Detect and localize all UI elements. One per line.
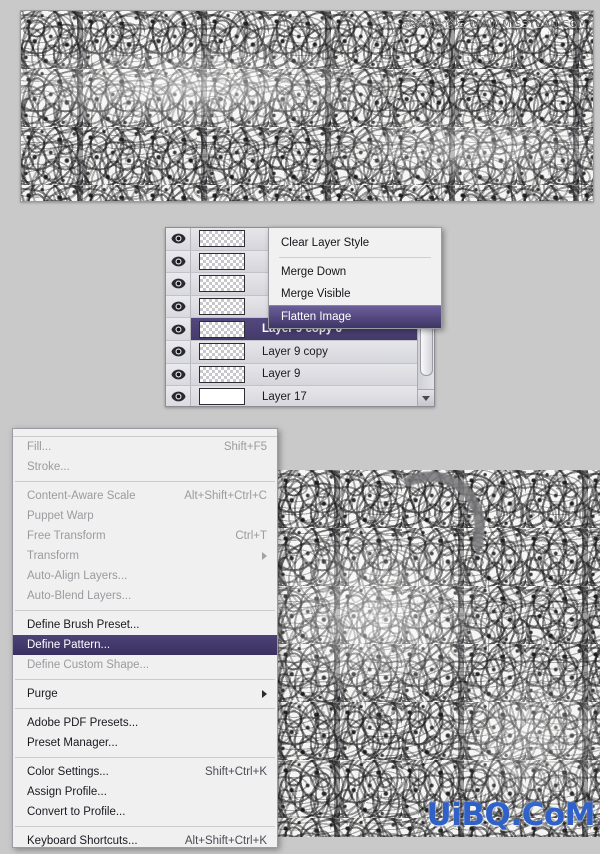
edit-menu-item-shortcut: Shift+F5 <box>223 441 267 453</box>
scroll-down-arrow-icon[interactable] <box>418 389 434 406</box>
edit-menu-item-label: Stroke... <box>27 461 70 473</box>
edit-menu-top-edge <box>13 429 277 437</box>
top-watermark-text: 思缘设计论坛 WWW.MISSYUAN.COM <box>401 19 587 30</box>
layer-thumbnail-image <box>199 320 245 338</box>
edit-menu-item-label: Color Settings... <box>27 766 109 778</box>
edit-menu-separator <box>15 481 275 482</box>
edit-menu-item: Puppet Warp <box>13 506 277 526</box>
layer-thumbnail-image <box>199 298 245 316</box>
context-menu-item[interactable]: Clear Layer Style <box>269 232 441 254</box>
layer-thumbnail[interactable] <box>191 343 253 361</box>
edit-menu-item[interactable]: Adobe PDF Presets... <box>13 713 277 733</box>
layer-thumbnail-image <box>199 230 245 248</box>
edit-menu-items: Fill... Shift+F5 Stroke... Content-Aware Sc… <box>13 437 277 847</box>
edit-menu-item-label: Transform <box>27 550 79 562</box>
context-menu-item[interactable]: Flatten Image <box>269 305 441 328</box>
edit-menu-item-shortcut: Shift+Ctrl+K <box>205 766 267 778</box>
layer-thumbnail-image <box>199 252 245 270</box>
layer-name-label: Layer 17 <box>262 390 307 403</box>
context-menu-item[interactable]: Merge Down <box>269 261 441 283</box>
context-menu-item-label: Clear Layer Style <box>281 237 370 249</box>
submenu-arrow-icon <box>262 690 267 698</box>
layer-thumbnail[interactable] <box>191 230 253 248</box>
edit-menu-item[interactable]: Assign Profile... <box>13 782 277 802</box>
layer-thumbnail[interactable] <box>191 365 253 383</box>
edit-menu-separator <box>15 708 275 709</box>
context-menu-item-label: Merge Visible <box>281 288 351 300</box>
brush-stroke-overlay <box>373 470 497 556</box>
bottom-watermark-text: UiBQ.CoM <box>426 797 596 833</box>
edit-menu-item[interactable]: Define Brush Preset... <box>13 615 277 635</box>
context-menu-item-label: Flatten Image <box>281 311 352 323</box>
layer-visibility-eye-icon[interactable] <box>166 340 191 363</box>
edit-menu-item-label: Assign Profile... <box>27 786 107 798</box>
layer-thumbnail-image <box>199 343 245 361</box>
edit-menu-separator <box>15 757 275 758</box>
bottom-pattern-image: UiBQ.CoM <box>277 470 600 837</box>
layer-row[interactable]: Layer 9 <box>166 363 434 387</box>
edit-menu-item-label: Auto-Blend Layers... <box>27 590 132 602</box>
layer-thumbnail[interactable] <box>191 388 253 406</box>
layer-thumbnail[interactable] <box>191 252 253 270</box>
edit-menu-item-label: Keyboard Shortcuts... <box>27 835 138 847</box>
layer-visibility-eye-icon[interactable] <box>166 363 191 386</box>
edit-menu-item-shortcut: Alt+Shift+Ctrl+K <box>184 835 267 847</box>
edit-menu-item[interactable]: Convert to Profile... <box>13 802 277 822</box>
submenu-arrow-icon <box>262 552 267 560</box>
edit-menu-item-label: Content-Aware Scale <box>27 490 136 502</box>
layer-thumbnail-image <box>199 388 245 406</box>
top-pattern-image: 思缘设计论坛 WWW.MISSYUAN.COM <box>20 10 594 202</box>
layer-thumbnail[interactable] <box>191 298 253 316</box>
edit-menu-item: Content-Aware Scale Alt+Shift+Ctrl+C <box>13 486 277 506</box>
edit-menu-item: Fill... Shift+F5 <box>13 437 277 457</box>
edit-menu-item-shortcut: Alt+Shift+Ctrl+C <box>184 490 267 502</box>
edit-menu-separator <box>15 826 275 827</box>
layer-name-label: Layer 9 copy <box>262 345 328 358</box>
layer-visibility-eye-icon[interactable] <box>166 386 191 406</box>
edit-menu-item-label: Fill... <box>27 441 52 453</box>
edit-menu-item[interactable]: Color Settings... Shift+Ctrl+K <box>13 762 277 782</box>
edit-menu-item-label: Free Transform <box>27 530 106 542</box>
edit-menu-item: Transform <box>13 546 277 566</box>
edit-menu-item[interactable]: Define Pattern... <box>13 635 277 655</box>
edit-menu-item: Stroke... <box>13 457 277 477</box>
layer-visibility-eye-icon[interactable] <box>166 250 191 273</box>
edit-menu-item: Free Transform Ctrl+T <box>13 526 277 546</box>
layer-visibility-eye-icon[interactable] <box>166 295 191 318</box>
edit-menu-item[interactable]: Keyboard Shortcuts... Alt+Shift+Ctrl+K <box>13 831 277 847</box>
context-menu-item[interactable]: Merge Visible <box>269 283 441 305</box>
context-menu-separator <box>279 257 431 258</box>
edit-menu-item-label: Purge <box>27 688 58 700</box>
layer-thumbnail-image <box>199 365 245 383</box>
layer-thumbnail-image <box>199 275 245 293</box>
layer-visibility-eye-icon[interactable] <box>166 228 191 250</box>
edit-menu-item-label: Puppet Warp <box>27 510 94 522</box>
edit-menu-item: Define Custom Shape... <box>13 655 277 675</box>
edit-menu-separator <box>15 679 275 680</box>
layer-thumbnail[interactable] <box>191 320 253 338</box>
edit-menu-item: Auto-Align Layers... <box>13 566 277 586</box>
edit-menu-item-label: Auto-Align Layers... <box>27 570 128 582</box>
edit-menu-item[interactable]: Preset Manager... <box>13 733 277 753</box>
edit-menu-item: Auto-Blend Layers... <box>13 586 277 606</box>
edit-menu-item-shortcut: Ctrl+T <box>235 530 267 542</box>
layer-row[interactable]: Layer 9 copy <box>166 340 434 364</box>
edit-menu-item-label: Preset Manager... <box>27 737 118 749</box>
edit-menu-item[interactable]: Purge <box>13 684 277 704</box>
edit-menu-item-label: Define Brush Preset... <box>27 619 140 631</box>
layer-name-label: Layer 9 <box>262 368 301 381</box>
layer-visibility-eye-icon[interactable] <box>166 273 191 295</box>
layer-visibility-eye-icon[interactable] <box>166 318 191 340</box>
layer-context-menu: Clear Layer Style Merge Down Merge Visible… <box>268 227 442 329</box>
layer-thumbnail[interactable] <box>191 275 253 293</box>
edit-menu-item-label: Define Custom Shape... <box>27 659 150 671</box>
context-menu-item-label: Merge Down <box>281 266 347 278</box>
edit-menu: Fill... Shift+F5 Stroke... Content-Aware Sc… <box>12 428 278 848</box>
edit-menu-item-label: Convert to Profile... <box>27 806 126 818</box>
edit-menu-separator <box>15 610 275 611</box>
edit-menu-item-label: Define Pattern... <box>27 639 111 651</box>
layer-row[interactable]: Layer 17 <box>166 386 434 406</box>
edit-menu-item-label: Adobe PDF Presets... <box>27 717 139 729</box>
